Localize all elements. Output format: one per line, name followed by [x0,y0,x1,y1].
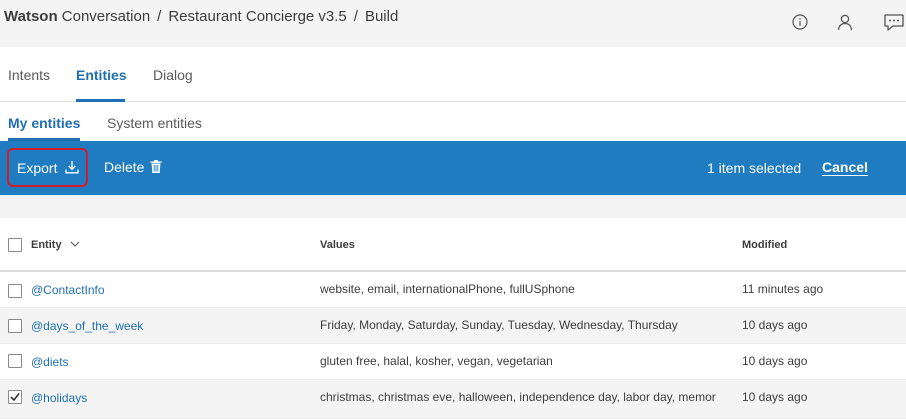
delete-label: Delete [104,159,145,175]
entity-column-label: Entity [31,239,62,251]
modified-time: 10 days ago [742,318,808,332]
entity-values: website, email, internationalPhone, full… [320,282,575,296]
download-icon [65,160,79,174]
chevron-down-icon [70,241,80,247]
breadcrumb-separator: / [157,8,162,25]
entity-subtabs: My entities System entities [0,103,906,141]
entity-link[interactable]: @holidays [31,391,87,405]
entity-link[interactable]: @ContactInfo [31,283,105,297]
brand-product: Conversation [57,8,151,25]
row-checkbox[interactable] [8,319,22,333]
trash-icon [150,160,162,173]
selection-count: 1 item selected [707,160,802,176]
cancel-button[interactable]: Cancel [822,159,868,176]
subtab-my-entities[interactable]: My entities [8,115,80,131]
modified-column-header: Modified [742,239,788,251]
brand-name: Watson [4,8,58,25]
modified-time: 10 days ago [742,390,808,404]
tab-dialog[interactable]: Dialog [153,67,193,83]
row-checkbox-checked[interactable] [8,390,22,404]
table-row: @ContactInfo website, email, internation… [0,272,906,308]
main-tabs: Intents Entities Dialog [0,47,906,102]
breadcrumb-workspace[interactable]: Restaurant Concierge v3.5 [168,8,346,25]
export-button[interactable]: Export [7,148,88,187]
row-checkbox[interactable] [8,284,22,298]
user-icon[interactable] [835,12,855,32]
tab-entities[interactable]: Entities [76,67,127,83]
delete-button[interactable]: Delete [104,159,162,175]
selection-action-bar: Export Delete 1 item selected Cancel [0,141,906,195]
tab-intents[interactable]: Intents [8,67,50,83]
table-row: @days_of_the_week Friday, Monday, Saturd… [0,308,906,344]
modified-time: 11 minutes ago [742,282,824,296]
entity-column-header[interactable]: Entity [31,239,80,251]
row-checkbox[interactable] [8,354,22,368]
breadcrumb: Watson Conversation / Restaurant Concierge… [4,8,398,25]
app-header: Watson Conversation / Restaurant Concierge… [0,0,906,47]
active-tab-indicator [76,99,125,102]
table-row: @diets gluten free, halal, kosher, vegan… [0,344,906,380]
table-row: @holidays christmas, christmas eve, hall… [0,380,906,419]
entity-values: Friday, Monday, Saturday, Sunday, Tuesda… [320,318,678,332]
export-label: Export [17,160,58,176]
modified-time: 10 days ago [742,354,808,368]
entity-values: gluten free, halal, kosher, vegan, veget… [320,354,553,368]
select-all-checkbox[interactable] [8,238,22,252]
entity-values: christmas, christmas eve, halloween, ind… [320,390,716,404]
table-header: Entity Values Modified [0,218,906,272]
checkmark-icon [10,393,20,402]
breadcrumb-separator: / [353,8,358,25]
entity-link[interactable]: @diets [31,355,69,369]
subtab-system-entities[interactable]: System entities [107,115,202,131]
chat-icon[interactable] [882,12,906,32]
info-icon[interactable] [790,12,810,32]
breadcrumb-page: Build [364,8,399,25]
values-column-header: Values [320,239,355,251]
entity-link[interactable]: @days_of_the_week [31,319,143,333]
spacer [0,195,906,218]
